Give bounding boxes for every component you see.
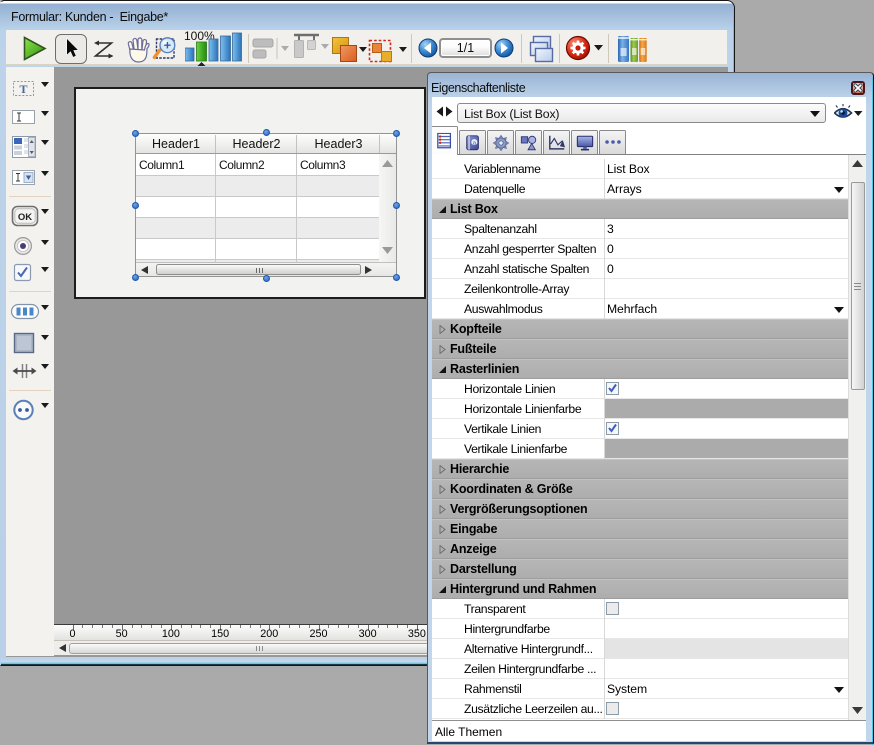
svg-text:T: T: [19, 82, 27, 96]
svg-text:OK: OK: [18, 212, 32, 223]
